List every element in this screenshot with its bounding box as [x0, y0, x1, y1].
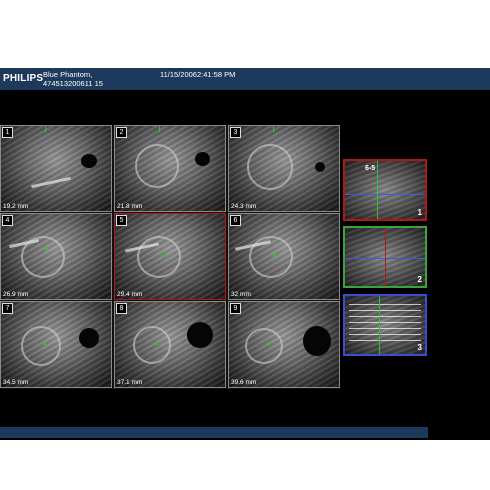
slice-tile-7[interactable]: 7 34.5 mm [0, 301, 112, 388]
slice-number: 8 [116, 303, 127, 314]
slice-number: 4 [2, 215, 13, 226]
slice-depth: 26.9 mm [3, 291, 29, 298]
slice-tile-1[interactable]: 1 19.2 mm [0, 125, 112, 212]
slice-number: 2 [116, 127, 127, 138]
slice-depth: 37.1 mm [117, 379, 143, 386]
slice-tile-2[interactable]: 2 21.8 mm [114, 125, 226, 212]
slice-grid: 1 19.2 mm 2 21.8 mm 3 24.3 mm 4 26.9 mm … [0, 125, 340, 389]
patient-info: Blue Phantom, 474513200611 15 [43, 70, 103, 88]
slice-number: 5 [116, 215, 127, 226]
footer-bar [0, 427, 428, 438]
slice-tile-6[interactable]: 6 32 mm [228, 213, 340, 300]
slice-tile-4[interactable]: 4 26.9 mm [0, 213, 112, 300]
view-label: 6-5 [365, 165, 376, 172]
slice-depth: 21.8 mm [117, 203, 143, 210]
side-view-3[interactable]: 3 [343, 294, 427, 356]
side-view-1[interactable]: 6-5 1 [343, 159, 427, 221]
brand-logo: PHILIPS [3, 73, 44, 84]
cyst-region [315, 162, 325, 172]
exam-datetime: 11/15/20062:41:58 PM [160, 70, 236, 79]
side-view-2[interactable]: 2 [343, 226, 427, 288]
view-number: 1 [417, 208, 422, 217]
slice-number: 9 [230, 303, 241, 314]
slice-tile-3[interactable]: 3 24.3 mm [228, 125, 340, 212]
slice-depth: 19.2 mm [3, 203, 29, 210]
slice-tile-9[interactable]: 9 39.6 mm [228, 301, 340, 388]
slice-tile-8[interactable]: 8 37.1 mm [114, 301, 226, 388]
patient-name: Blue Phantom, [43, 70, 93, 79]
view-number: 3 [417, 343, 422, 352]
cyst-region [303, 326, 331, 356]
cyst-region [187, 322, 213, 348]
slice-depth: 32 mm [231, 291, 251, 298]
slice-depth: 39.6 mm [231, 379, 257, 386]
slice-tile-5[interactable]: 5 29.4 mm [114, 213, 226, 300]
slice-number: 7 [2, 303, 13, 314]
cyst-region [79, 328, 99, 348]
slice-depth: 24.3 mm [231, 203, 257, 210]
slice-depth: 34.5 mm [3, 379, 29, 386]
slice-number: 6 [230, 215, 241, 226]
patient-id: 474513200611 15 [43, 79, 103, 88]
slice-depth: 29.4 mm [117, 291, 143, 298]
slice-indicator-lines [349, 304, 421, 346]
cyst-region [195, 152, 210, 166]
slice-number: 1 [2, 127, 13, 138]
slice-number: 3 [230, 127, 241, 138]
cyst-region [81, 154, 97, 168]
view-number: 2 [417, 275, 422, 284]
